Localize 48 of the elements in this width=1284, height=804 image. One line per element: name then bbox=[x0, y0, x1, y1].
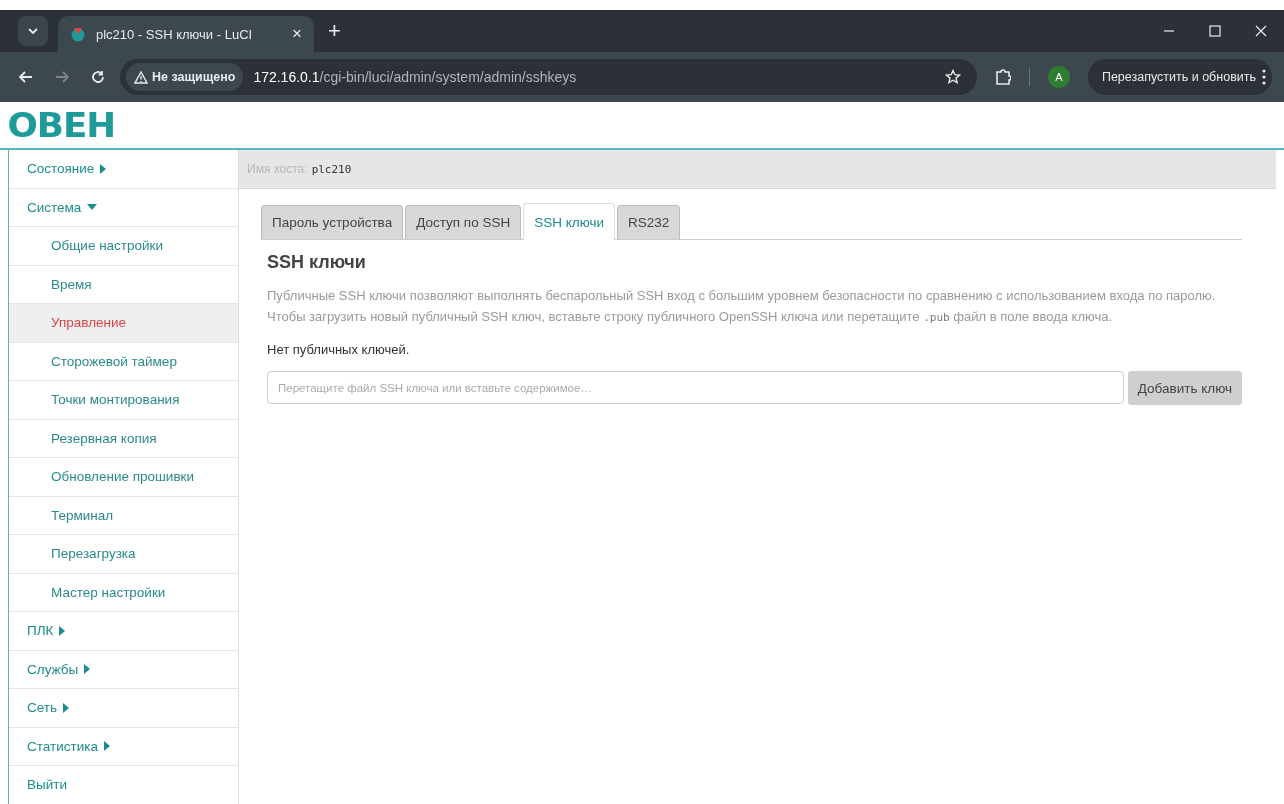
tab-close-button[interactable]: × bbox=[292, 24, 302, 44]
sidebar-subitem[interactable]: Резервная копия bbox=[9, 419, 238, 458]
extensions-icon[interactable] bbox=[994, 69, 1011, 85]
reload-icon[interactable] bbox=[91, 70, 105, 84]
new-tab-button[interactable]: + bbox=[328, 18, 341, 44]
close-icon[interactable] bbox=[1255, 25, 1267, 37]
sidebar-subitem[interactable]: Управление bbox=[9, 304, 238, 343]
sidebar-item[interactable]: Сеть bbox=[9, 689, 238, 728]
hostname-value: plc210 bbox=[311, 162, 352, 176]
sidebar-item[interactable]: ПЛК bbox=[9, 612, 238, 651]
more-icon bbox=[1262, 69, 1266, 85]
sidebar-item[interactable]: Статистика bbox=[9, 727, 238, 766]
browser-tab[interactable]: plc210 - SSH ключи - LuCI × bbox=[58, 16, 314, 52]
sidebar-subitem[interactable]: Общие настройки bbox=[9, 227, 238, 266]
tab-search-button[interactable] bbox=[18, 16, 48, 46]
sidebar-item[interactable]: Система bbox=[9, 188, 238, 227]
add-key-button[interactable]: Добавить ключ bbox=[1127, 371, 1242, 405]
forward-icon[interactable] bbox=[55, 71, 69, 83]
sidebar-subitem[interactable]: Обновление прошивки bbox=[9, 458, 238, 497]
section-heading: SSH ключи bbox=[267, 252, 367, 273]
update-button[interactable]: Перезапустить и обновить bbox=[1087, 59, 1272, 95]
sidebar-item[interactable]: Выйти bbox=[9, 766, 238, 804]
tab[interactable]: SSH ключи bbox=[523, 203, 616, 240]
profile-avatar[interactable]: A bbox=[1047, 66, 1070, 88]
maximize-icon[interactable] bbox=[1209, 25, 1221, 37]
sidebar-subitem[interactable]: Мастер настройки bbox=[9, 573, 238, 612]
favicon-icon bbox=[70, 26, 86, 42]
security-chip[interactable]: Не защищено bbox=[126, 63, 244, 91]
sidebar-item[interactable]: Состояние bbox=[9, 150, 238, 189]
tab[interactable]: Доступ по SSH bbox=[405, 205, 522, 239]
tab-title: plc210 - SSH ключи - LuCI bbox=[96, 26, 254, 42]
sidebar-subitem[interactable]: Терминал bbox=[9, 496, 238, 535]
warning-icon bbox=[134, 70, 148, 84]
sidebar-subitem[interactable]: Перезагрузка bbox=[9, 535, 238, 574]
url-text: 172.16.0.1/cgi-bin/luci/admin/system/admin/sshkeys bbox=[253, 69, 577, 85]
star-icon[interactable] bbox=[944, 69, 961, 85]
description-text: Публичные SSH ключи позволяют выполнять беспарольный SSH вход с большим уровнем безопасности по сравнению с использованием входа по паролю. Чтобы загрузить новый публичный SSH ключ, вставьте строку публичного OpenSSH ключа или перетащите .pub файл в поле ввода ключа. bbox=[267, 287, 1217, 326]
logo: ОВЕН bbox=[7, 105, 116, 145]
address-bar[interactable]: Не защищено 172.16.0.1/cgi-bin/luci/admin/system/admin/sshkeys bbox=[120, 59, 977, 95]
back-icon[interactable] bbox=[19, 71, 33, 83]
sidebar-item[interactable]: Службы bbox=[9, 650, 238, 689]
sidebar-subitem[interactable]: Точки монтирования bbox=[9, 381, 238, 420]
tab[interactable]: Пароль устройства bbox=[261, 205, 404, 239]
empty-message: Нет публичных ключей. bbox=[267, 342, 411, 357]
tab[interactable]: RS232 bbox=[617, 205, 681, 239]
sidebar-subitem[interactable]: Сторожевой таймер bbox=[9, 342, 238, 381]
key-input-field[interactable]: Перетащите файл SSH ключа или вставьте содержимое… bbox=[267, 371, 1124, 404]
caret-down-icon bbox=[28, 28, 38, 34]
